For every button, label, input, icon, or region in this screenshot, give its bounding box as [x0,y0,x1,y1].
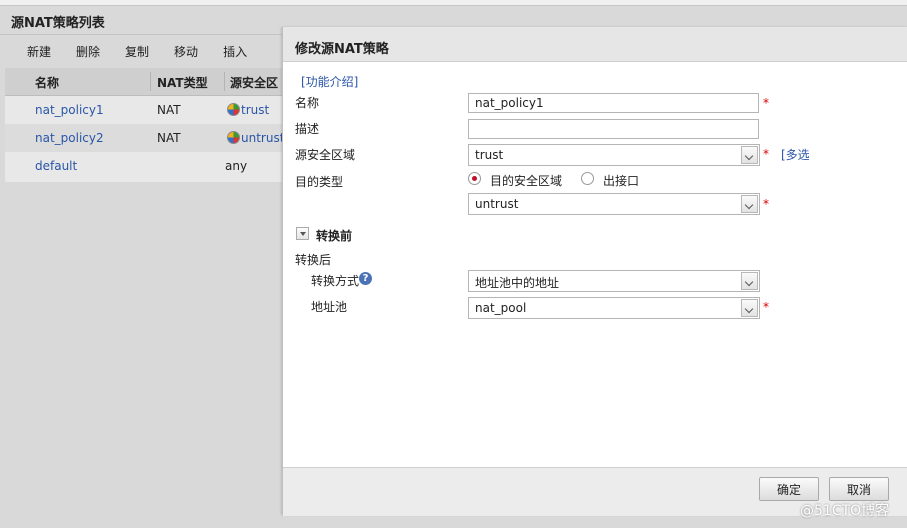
multi-select-link[interactable]: [多选 [781,146,810,163]
src-zone-text: untrust [241,131,285,145]
address-pool-select[interactable]: nat_pool [468,297,760,319]
dest-type-label: 目的类型 [295,175,344,189]
dialog-title: 修改源NAT策略 [295,42,389,57]
dest-zone-radio-label[interactable]: 目的安全区域 [490,172,562,189]
column-header-nat-type[interactable]: NAT类型 [157,74,208,91]
src-zone-text: any [225,159,248,173]
name-input[interactable] [468,93,759,113]
column-separator [224,72,225,91]
table-row[interactable]: nat_policy2 NAT untrust [5,124,285,152]
move-button[interactable]: 移动 [174,43,198,60]
translation-method-value: 地址池中的地址 [475,276,560,290]
delete-button[interactable]: 删除 [76,43,100,60]
insert-button[interactable]: 插入 [223,43,247,60]
chevron-down-icon[interactable] [741,299,758,317]
required-mark: * [763,147,769,161]
nat-type-cell: NAT [157,131,181,145]
list-title: 源NAT策略列表 [11,16,105,31]
required-mark: * [763,96,769,110]
copy-button[interactable]: 复制 [125,43,149,60]
before-translation-label[interactable]: 转换前 [316,227,352,244]
chevron-down-icon[interactable] [741,195,758,213]
address-pool-value: nat_pool [475,301,527,315]
translation-method-select[interactable]: 地址池中的地址 [468,270,760,292]
list-toolbar: 新建 删除 复制 移动 插入 [27,43,272,60]
dest-zone-value: untrust [475,197,519,211]
zone-icon [227,103,240,116]
egress-interface-radio[interactable] [581,172,594,185]
zone-icon [227,131,240,144]
policy-name-link[interactable]: nat_policy2 [35,131,104,145]
feature-intro-link[interactable]: [功能介绍] [301,73,358,90]
required-mark: * [763,197,769,211]
table-row[interactable]: default any [5,152,285,180]
after-translation-label: 转换后 [295,253,332,267]
dest-zone-radio[interactable] [468,172,481,185]
policy-name-link[interactable]: default [35,159,77,173]
src-zone-select[interactable]: trust [468,144,760,166]
policy-name-link[interactable]: nat_policy1 [35,103,104,117]
description-input[interactable] [468,119,759,139]
description-label: 描述 [295,122,320,136]
cancel-button[interactable]: 取消 [829,477,889,501]
src-zone-link[interactable]: trust [227,103,269,117]
table-row[interactable]: nat_policy1 NAT trust [5,96,285,124]
address-pool-label: 地址池 [311,300,348,314]
help-icon[interactable]: ? [359,272,372,285]
dest-zone-select[interactable]: untrust [468,193,760,215]
dialog-header: 修改源NAT策略 [283,27,907,62]
policy-table: 名称 NAT类型 源安全区 nat_policy1 NAT trust nat_… [5,68,285,182]
translation-method-label: 转换方式 [311,274,360,288]
table-header: 名称 NAT类型 源安全区 [5,68,285,96]
src-zone-value: trust [475,148,504,162]
src-zone-link[interactable]: untrust [227,131,284,145]
ok-button[interactable]: 确定 [759,477,819,501]
src-zone-label: 源安全区域 [295,148,356,162]
column-header-name[interactable]: 名称 [35,74,59,91]
name-label: 名称 [295,96,320,110]
required-mark: * [763,300,769,314]
column-header-src-zone[interactable]: 源安全区 [230,74,278,91]
collapse-toggle-icon[interactable] [296,227,309,240]
new-button[interactable]: 新建 [27,43,51,60]
watermark-text: @51CTO博客 [800,503,890,519]
chevron-down-icon[interactable] [741,272,758,290]
src-zone-text: trust [241,103,270,117]
nat-type-cell: NAT [157,103,181,117]
edit-nat-policy-dialog: 修改源NAT策略 [功能介绍] 名称 * 描述 源安全区域 trust * [多… [282,27,907,516]
column-separator [150,72,151,91]
egress-interface-radio-label[interactable]: 出接口 [603,172,639,189]
chevron-down-icon[interactable] [741,146,758,164]
